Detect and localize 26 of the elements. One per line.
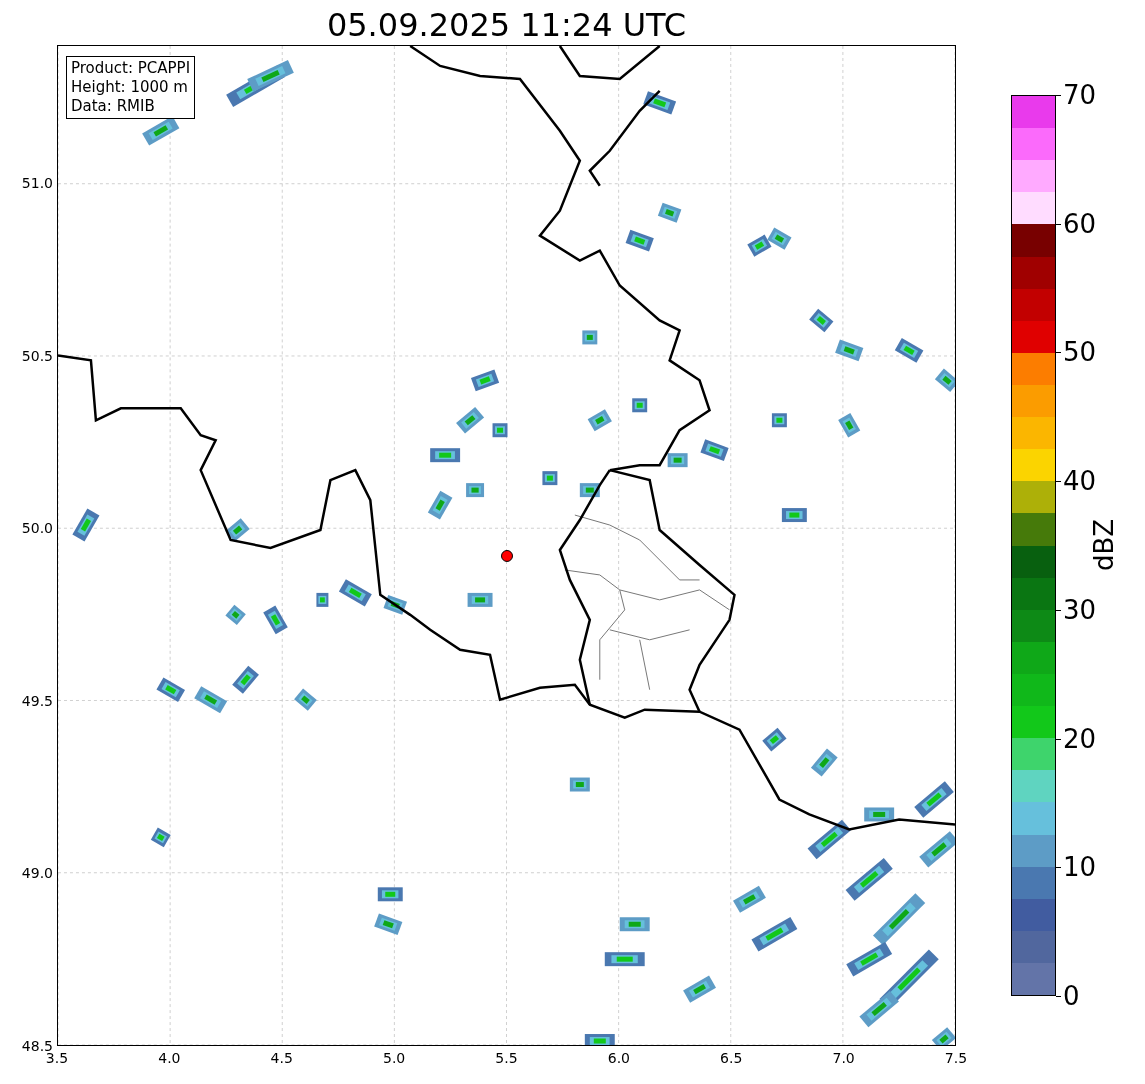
axis-tick-label: 5.5: [495, 1050, 518, 1066]
colorbar-tick-label: 40: [1063, 467, 1097, 496]
colorbar-label: dBZ: [1089, 518, 1119, 572]
axis-tick-label: 49.0: [21, 865, 53, 882]
colorbar-tick-label: 20: [1063, 724, 1097, 753]
colorbar-tick-label: 50: [1063, 338, 1097, 367]
axis-tick-label: 7.5: [944, 1050, 968, 1066]
chart-title: 05.09.2025 11:24 UTC: [326, 5, 687, 45]
colorbar-tick-label: 60: [1063, 209, 1097, 238]
axis-tick-label: 50.5: [21, 347, 53, 364]
axis-tick-label: 51.0: [21, 175, 53, 191]
colorbar-tick-label: 30: [1063, 595, 1097, 624]
axis-tick-label: 6.5: [720, 1050, 743, 1066]
info-text: Product: PCAPPI: [71, 59, 191, 78]
colorbar-tick-label: 10: [1063, 853, 1097, 882]
colorbar-tick-label: 70: [1063, 81, 1097, 109]
colorbar-tick-label: 0: [1063, 982, 1080, 1010]
axis-tick-label: 6.0: [607, 1050, 630, 1066]
axis-tick-label: 49.5: [21, 692, 53, 709]
axis-tick-label: 50.0: [21, 520, 53, 537]
info-text: Height: 1000 m: [71, 78, 189, 97]
axis-tick-label: 4.0: [158, 1050, 181, 1066]
axis-tick-label: 7.0: [832, 1050, 855, 1066]
axis-tick-label: 5.0: [383, 1050, 406, 1066]
info-text: Data: RMIB: [71, 97, 156, 116]
axis-tick-label: 4.5: [270, 1050, 293, 1066]
